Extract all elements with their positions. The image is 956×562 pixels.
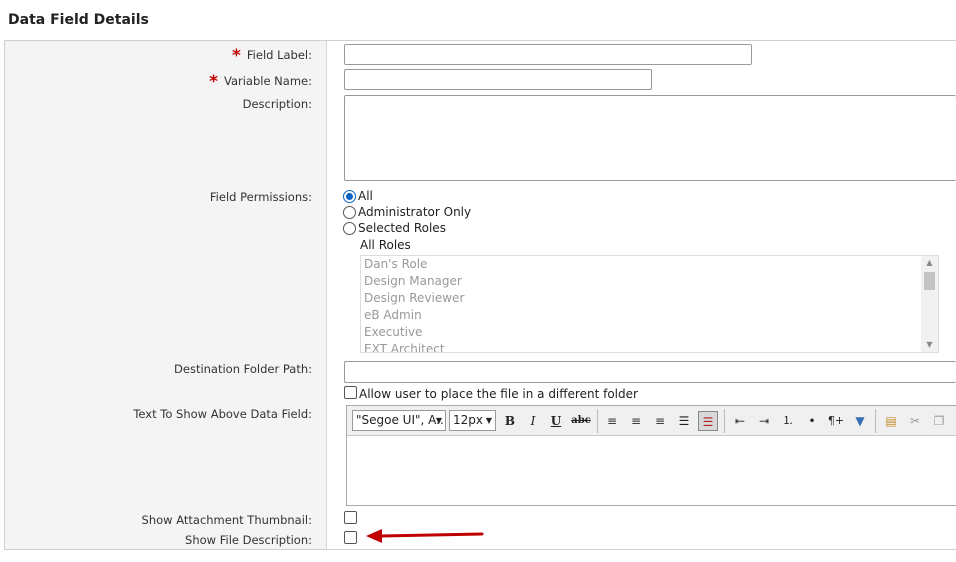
scroll-thumb[interactable]	[924, 272, 935, 290]
role-item[interactable]: Design Manager	[361, 273, 938, 290]
field-label-input[interactable]	[344, 44, 752, 65]
cut-icon[interactable]: ✂	[905, 411, 925, 431]
chevron-down-icon: ▼	[435, 416, 442, 425]
paste-icon[interactable]: ▤	[881, 411, 901, 431]
font-family-select[interactable]: "Segoe UI", A... ▼	[352, 410, 446, 431]
show-thumbnail-label: Show Attachment Thumbnail:	[141, 513, 312, 527]
editor-toolbar: "Segoe UI", A... ▼ 12px ▼ B I U abc ≡ ≡ ≡ …	[347, 406, 956, 436]
field-label-label: * Field Label:	[232, 46, 312, 66]
copy-icon[interactable]: ❐	[929, 411, 949, 431]
role-item[interactable]: Executive	[361, 324, 938, 341]
align-right-icon[interactable]: ≡	[650, 411, 670, 431]
radio-selected-roles[interactable]: Selected Roles	[343, 221, 446, 235]
description-label: Description:	[242, 97, 312, 111]
scroll-up-icon[interactable]: ▲	[921, 256, 938, 270]
radio-checked-icon[interactable]	[343, 189, 356, 203]
role-item[interactable]: Dan's Role	[361, 256, 938, 273]
field-permissions-label: Field Permissions:	[209, 190, 312, 204]
numbered-list-icon[interactable]: ⒈	[778, 411, 798, 431]
role-item[interactable]: eB Admin	[361, 307, 938, 324]
radio-icon[interactable]	[343, 205, 356, 219]
align-center-icon[interactable]: ≡	[626, 411, 646, 431]
allow-different-folder-checkbox[interactable]	[344, 386, 357, 399]
section-title: Data Field Details	[8, 12, 149, 28]
align-justify-icon[interactable]: ☰	[674, 411, 694, 431]
show-thumbnail-checkbox[interactable]	[344, 511, 357, 524]
show-file-description-label: Show File Description:	[185, 533, 312, 547]
format-icon[interactable]: ▼	[850, 411, 870, 431]
annotation-arrow-icon	[366, 529, 484, 543]
allow-different-folder-label: Allow user to place the file in a differ…	[359, 387, 638, 401]
destination-folder-path-input[interactable]	[344, 361, 956, 383]
destination-folder-path-label: Destination Folder Path:	[174, 362, 312, 376]
align-left-icon[interactable]: ≡	[602, 411, 622, 431]
outdent-icon[interactable]: ⇥	[754, 411, 774, 431]
roles-title: All Roles	[360, 238, 411, 252]
roles-scrollbar[interactable]: ▲ ▼	[921, 256, 938, 352]
paragraph-icon[interactable]: ¶+	[826, 411, 846, 431]
justify-full-icon[interactable]: ☰	[698, 411, 718, 431]
bold-button[interactable]: B	[500, 411, 520, 431]
radio-icon[interactable]	[343, 221, 356, 235]
scroll-down-icon[interactable]: ▼	[921, 338, 938, 352]
role-item[interactable]: EXT Architect	[361, 341, 938, 352]
label-column	[5, 41, 327, 549]
show-file-description-checkbox[interactable]	[344, 531, 357, 544]
variable-name-input[interactable]	[344, 69, 652, 90]
required-marker: *	[209, 72, 218, 92]
text-above-label: Text To Show Above Data Field:	[133, 407, 312, 421]
radio-administrator-only[interactable]: Administrator Only	[343, 205, 471, 219]
roles-listbox[interactable]: Dan's Role Design Manager Design Reviewe…	[360, 255, 939, 353]
role-item[interactable]: Design Reviewer	[361, 290, 938, 307]
italic-button[interactable]: I	[523, 411, 543, 431]
radio-all[interactable]: All	[343, 189, 373, 203]
description-textarea[interactable]	[344, 95, 956, 181]
font-size-select[interactable]: 12px ▼	[449, 410, 496, 431]
chevron-down-icon: ▼	[485, 416, 492, 425]
variable-name-label: * Variable Name:	[209, 72, 312, 92]
indent-icon[interactable]: ⇤	[730, 411, 750, 431]
underline-button[interactable]: U	[546, 411, 566, 431]
required-marker: *	[232, 46, 241, 66]
strikethrough-button[interactable]: abc	[569, 411, 593, 431]
bulleted-list-icon[interactable]: •	[802, 411, 822, 431]
rich-text-editor[interactable]: "Segoe UI", A... ▼ 12px ▼ B I U abc ≡ ≡ ≡ …	[346, 405, 956, 506]
